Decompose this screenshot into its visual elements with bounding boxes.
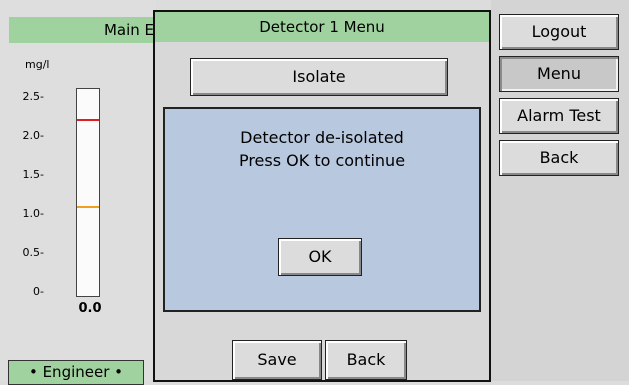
ok-button[interactable]: OK [278, 238, 362, 276]
logout-button[interactable]: Logout [499, 14, 619, 50]
save-button[interactable]: Save [232, 340, 322, 380]
gauge-tick-label: 1.0- [22, 207, 44, 220]
dialog-message: Detector de-isolated [240, 128, 404, 147]
menu-back-button[interactable]: Back [325, 340, 407, 380]
gauge-reading: 0.0 [78, 301, 102, 316]
gauge-tick-label: 2.5- [22, 90, 44, 103]
menu-title: Detector 1 Menu [155, 12, 489, 42]
gauge-tick-label: 1.5- [22, 168, 44, 181]
low-alarm-line [77, 206, 99, 208]
back-button[interactable]: Back [499, 140, 619, 176]
menu-button[interactable]: Menu [499, 56, 619, 92]
gauge-unit-label: mg/l [25, 58, 50, 71]
gauge-tick-label: 0- [33, 285, 44, 298]
user-role-badge: • Engineer • [8, 360, 144, 385]
gauge-tick-label: 2.0- [22, 129, 44, 142]
isolate-button[interactable]: Isolate [190, 58, 448, 96]
alarm-test-button[interactable]: Alarm Test [499, 98, 619, 134]
panel-header: Main E [9, 17, 156, 43]
dialog-instruction: Press OK to continue [238, 151, 406, 170]
gauge-tick-label: 0.5- [22, 246, 44, 259]
high-alarm-line [77, 119, 99, 121]
